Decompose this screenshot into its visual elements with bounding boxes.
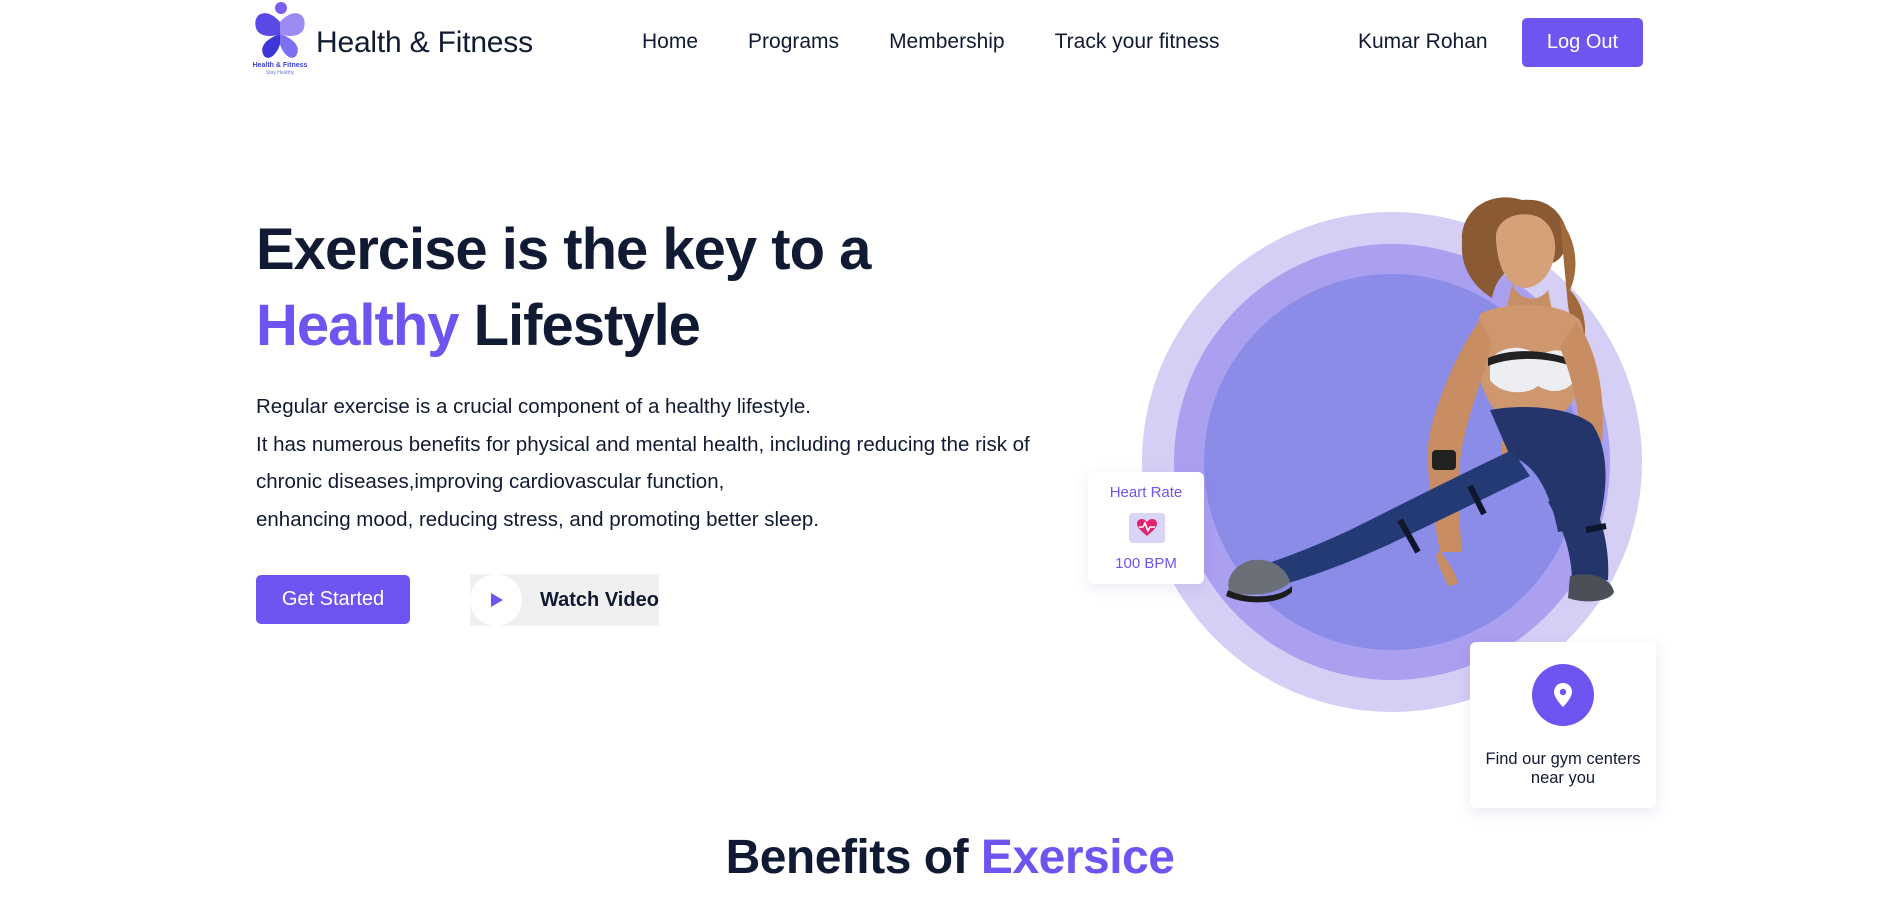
- play-button-circle[interactable]: [470, 574, 522, 626]
- hero-title-line2: Healthy Lifestyle: [256, 288, 870, 364]
- hero-description: Regular exercise is a crucial component …: [256, 388, 1106, 538]
- hero-description-line: chronic diseases,improving cardiovascula…: [256, 470, 725, 493]
- heart-rate-card: Heart Rate 100 BPM: [1088, 472, 1204, 584]
- hero-title-rest: Lifestyle: [458, 293, 701, 358]
- heart-rate-title: Heart Rate: [1109, 484, 1183, 501]
- hero-title-accent: Healthy: [256, 293, 460, 358]
- heart-pulse-icon: [1129, 513, 1165, 543]
- hero-athlete-image: [1226, 197, 1614, 603]
- user-name[interactable]: Kumar Rohan: [1358, 30, 1488, 54]
- find-gym-text: Find our gym centers near you: [1485, 750, 1641, 787]
- butterfly-logo-icon: [255, 2, 305, 58]
- brand-logo[interactable]: Health & Fitness Stay Healthy: [248, 0, 312, 76]
- heart-rate-value: 100 BPM: [1115, 555, 1177, 572]
- play-icon: [491, 593, 503, 607]
- nav-link-track-fitness[interactable]: Track your fitness: [1055, 30, 1220, 54]
- location-pin-icon[interactable]: [1532, 664, 1594, 726]
- navbar: Health & Fitness Stay Healthy Health & F…: [0, 0, 1900, 84]
- nav-link-home[interactable]: Home: [642, 30, 698, 54]
- get-started-button[interactable]: Get Started: [256, 575, 410, 624]
- logo-tagline: Stay Healthy: [265, 70, 295, 76]
- hero-title-line1: Exercise is the key to a: [256, 217, 871, 282]
- nav-link-membership[interactable]: Membership: [889, 30, 1005, 54]
- watch-video-button[interactable]: Watch Video: [470, 574, 659, 626]
- nav-link-programs[interactable]: Programs: [748, 30, 839, 54]
- watch-video-label: Watch Video: [540, 588, 659, 611]
- logout-button[interactable]: Log Out: [1522, 18, 1643, 67]
- logo-title: Health & Fitness: [252, 62, 308, 69]
- hero-title: Exercise is the key to a Healthy Lifesty…: [256, 212, 871, 364]
- benefits-title-prefix: Benefits of: [725, 831, 981, 884]
- hero-description-line: Regular exercise is a crucial component …: [256, 395, 811, 418]
- brand-name[interactable]: Health & Fitness: [316, 26, 533, 60]
- benefits-section-title: Benefits of Exersice: [0, 830, 1900, 885]
- benefits-title-accent: Exersice: [980, 831, 1175, 884]
- hero-description-line: enhancing mood, reducing stress, and pro…: [256, 507, 819, 531]
- hero-description-line: It has numerous benefits for physical an…: [256, 432, 1030, 456]
- find-gym-card[interactable]: Find our gym centers near you: [1470, 642, 1656, 808]
- main-nav: Home Programs Membership Track your fitn…: [642, 30, 1220, 54]
